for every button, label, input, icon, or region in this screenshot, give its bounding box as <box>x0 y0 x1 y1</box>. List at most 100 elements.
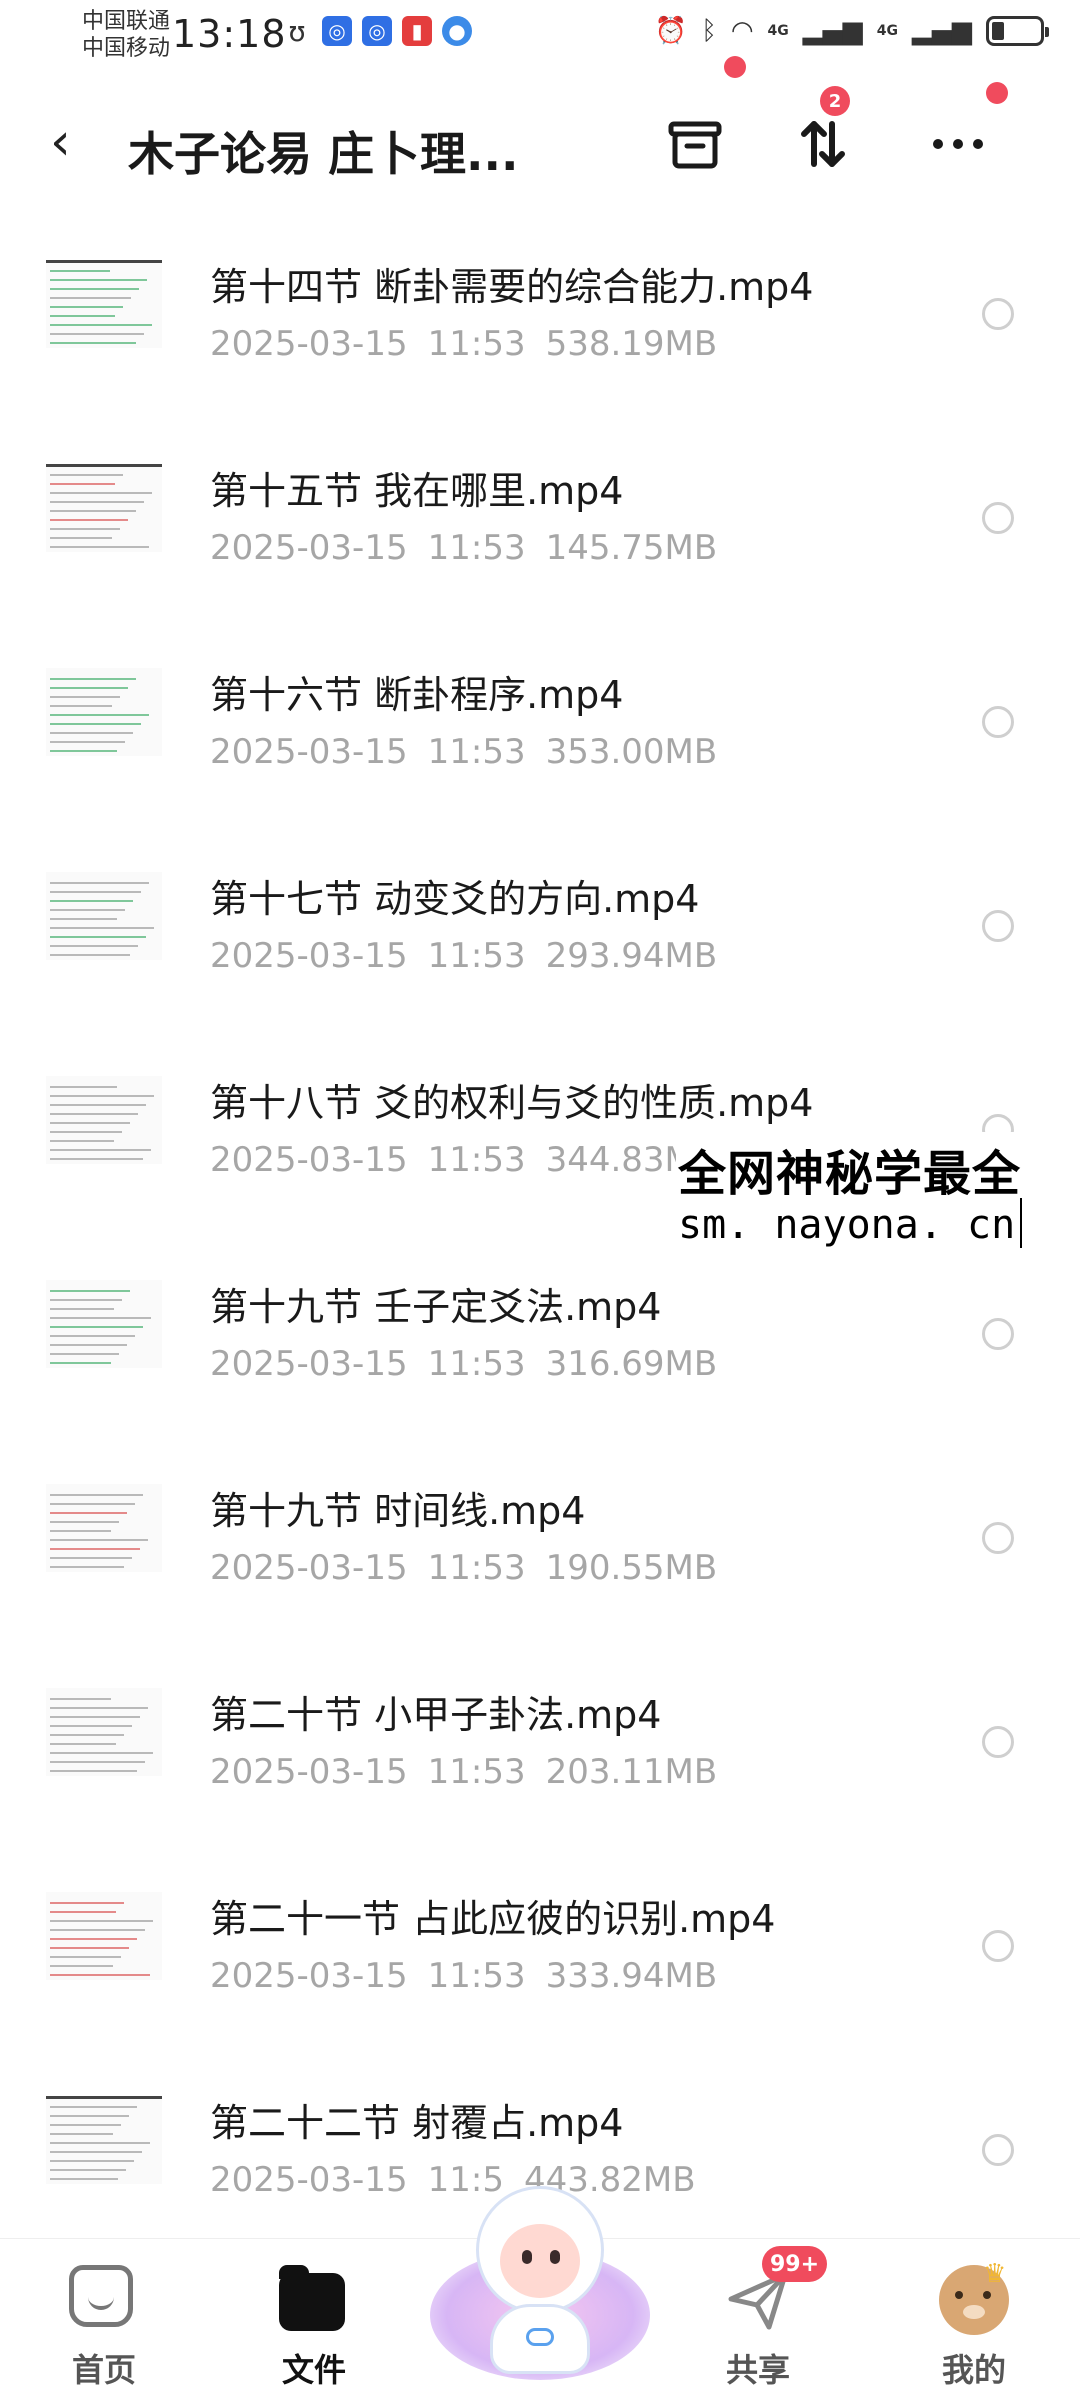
thumbnail-text-line <box>50 1344 127 1346</box>
file-size: 538.19MB <box>545 324 718 364</box>
thumbnail-text-line <box>50 1698 111 1700</box>
select-radio[interactable] <box>982 2134 1014 2166</box>
thumbnail-text-line <box>50 2169 126 2171</box>
file-meta: 2025-03-15 11:53 190.55MB <box>210 1548 717 1588</box>
thumbnail-text-line <box>50 891 141 893</box>
select-radio[interactable] <box>982 1318 1014 1350</box>
video-thumbnail <box>46 1892 162 1980</box>
wifi-icon: ◠ <box>730 16 754 46</box>
network-type-2: 4G <box>876 23 898 39</box>
file-meta: 2025-03-15 11:53 293.94MB <box>210 936 717 976</box>
thumbnail-text-line <box>50 1938 137 1940</box>
file-name: 第二十节 小甲子卦法.mp4 <box>210 1693 662 1737</box>
avatar: ♛ <box>939 2259 1009 2335</box>
thumbnail-text-line <box>50 1149 151 1151</box>
file-name: 第十七节 动变爻的方向.mp4 <box>210 877 700 921</box>
thumbnail-text-line <box>50 1911 116 1913</box>
status-bar: 中国联通 中国移动 13:18 ʊ ◎ ◎ ▮ ● ⏰ ᛒ ◠ 4G ▂▄▆ 4… <box>0 0 1080 75</box>
file-row[interactable]: 第二十一节 占此应彼的识别.mp4 2025-03-15 11:53 333.94MB <box>0 1872 1080 2076</box>
file-date: 2025-03-15 <box>210 1344 408 1384</box>
select-radio[interactable] <box>982 1930 1014 1962</box>
more-icon <box>933 139 983 149</box>
battery-icon <box>986 16 1049 46</box>
thumbnail-text-line <box>50 1770 137 1772</box>
thumbnail-text-line <box>50 1131 122 1133</box>
thumbnail-text-line <box>50 1308 114 1310</box>
thumbnail-text-line <box>50 723 141 725</box>
file-row[interactable]: 第十九节 壬子定爻法.mp4 2025-03-15 11:53 316.69MB <box>0 1260 1080 1464</box>
file-date: 2025-03-15 <box>210 1752 408 1792</box>
thumbnail-text-line <box>50 297 131 299</box>
share-count-badge: 99+ <box>762 2246 828 2282</box>
nav-mine[interactable]: ♛ 我的 <box>904 2259 1044 2389</box>
file-meta: 2025-03-15 11:53 344.83M <box>210 1140 694 1180</box>
video-thumbnail <box>46 260 162 348</box>
nav-home-label: 首页 <box>71 2351 136 2389</box>
watermark-url: sm. nayona. cn <box>678 1202 1016 1248</box>
file-date: 2025-03-15 <box>210 732 408 772</box>
file-time: 11:53 <box>427 1548 526 1588</box>
chevron-left-icon[interactable]: ‹ <box>50 116 71 168</box>
thumbnail-text-line <box>50 2124 121 2126</box>
status-notification-icons: ʊ ◎ ◎ ▮ ● <box>282 15 472 48</box>
file-size: 344.83M <box>545 1140 694 1180</box>
thumbnail-text-line <box>50 954 130 956</box>
thumbnail-text-line <box>50 909 125 911</box>
nav-home[interactable]: 首页 <box>34 2259 174 2389</box>
thumbnail-text-line <box>50 324 152 326</box>
file-row[interactable]: 第十七节 动变爻的方向.mp4 2025-03-15 11:53 293.94MB <box>0 852 1080 1056</box>
file-list: 第十四节 断卦需要的综合能力.mp4 2025-03-15 11:53 538.19M… <box>0 240 1080 2280</box>
thumbnail-text-line <box>50 1734 124 1736</box>
thumbnail-text-line <box>50 537 112 539</box>
archive-notification-dot <box>724 56 746 78</box>
file-meta: 2025-03-15 11:53 145.75MB <box>210 528 717 568</box>
home-icon <box>69 2265 139 2335</box>
file-row[interactable]: 第十九节 时间线.mp4 2025-03-15 11:53 190.55MB <box>0 1464 1080 1668</box>
thumbnail-text-line <box>50 1566 124 1568</box>
carrier-1: 中国联通 <box>82 9 171 34</box>
file-size: 333.94MB <box>545 1956 718 1996</box>
nav-files[interactable]: 文件 <box>244 2259 384 2389</box>
thumbnail-text-line <box>50 1503 135 1505</box>
sort-button[interactable] <box>782 104 862 184</box>
select-radio[interactable] <box>982 1522 1014 1554</box>
alarm-icon: ⏰ <box>654 16 688 46</box>
file-name: 第十九节 时间线.mp4 <box>210 1489 586 1533</box>
video-thumbnail <box>46 668 162 756</box>
file-date: 2025-03-15 <box>210 1956 408 1996</box>
nav-mine-label: 我的 <box>941 2351 1006 2389</box>
video-thumbnail <box>46 872 162 960</box>
folder-icon <box>279 2265 349 2335</box>
file-meta: 2025-03-15 11:53 353.00MB <box>210 732 717 772</box>
bluetooth-icon: ᛒ <box>701 16 717 46</box>
thumbnail-text-line <box>50 1086 117 1088</box>
select-radio[interactable] <box>982 1726 1014 1758</box>
file-row[interactable]: 第二十节 小甲子卦法.mp4 2025-03-15 11:53 203.11MB <box>0 1668 1080 1872</box>
assistant-mascot-button[interactable] <box>430 2180 650 2390</box>
thumbnail-header-bar <box>46 260 162 263</box>
thumbnail-text-line <box>50 900 133 902</box>
select-radio[interactable] <box>982 502 1014 534</box>
video-thumbnail <box>46 2096 162 2184</box>
thumbnail-text-line <box>50 1290 130 1292</box>
file-row[interactable]: 第十四节 断卦需要的综合能力.mp4 2025-03-15 11:53 538.19M… <box>0 240 1080 444</box>
select-radio[interactable] <box>982 910 1014 942</box>
file-row[interactable]: 第十五节 我在哪里.mp4 2025-03-15 11:53 145.75MB <box>0 444 1080 648</box>
more-notification-dot <box>986 82 1008 104</box>
select-radio[interactable] <box>982 298 1014 330</box>
select-radio[interactable] <box>982 706 1014 738</box>
thumbnail-text-line <box>50 501 144 503</box>
thumbnail-text-line <box>50 936 146 938</box>
more-options-button[interactable] <box>918 104 998 184</box>
thumbnail-text-line <box>50 918 117 920</box>
thumbnail-text-line <box>50 1095 154 1097</box>
file-row[interactable]: 第十六节 断卦程序.mp4 2025-03-15 11:53 353.00MB <box>0 648 1080 852</box>
thumbnail-text-line <box>50 696 120 698</box>
thumbnail-text-line <box>50 1539 148 1541</box>
battery-level <box>992 22 1005 40</box>
clock: 13:18 <box>172 12 287 56</box>
archive-button[interactable] <box>655 104 735 184</box>
thumbnail-text-line <box>50 510 136 512</box>
video-thumbnail <box>46 1076 162 1164</box>
thumbnail-text-line <box>50 1512 127 1514</box>
